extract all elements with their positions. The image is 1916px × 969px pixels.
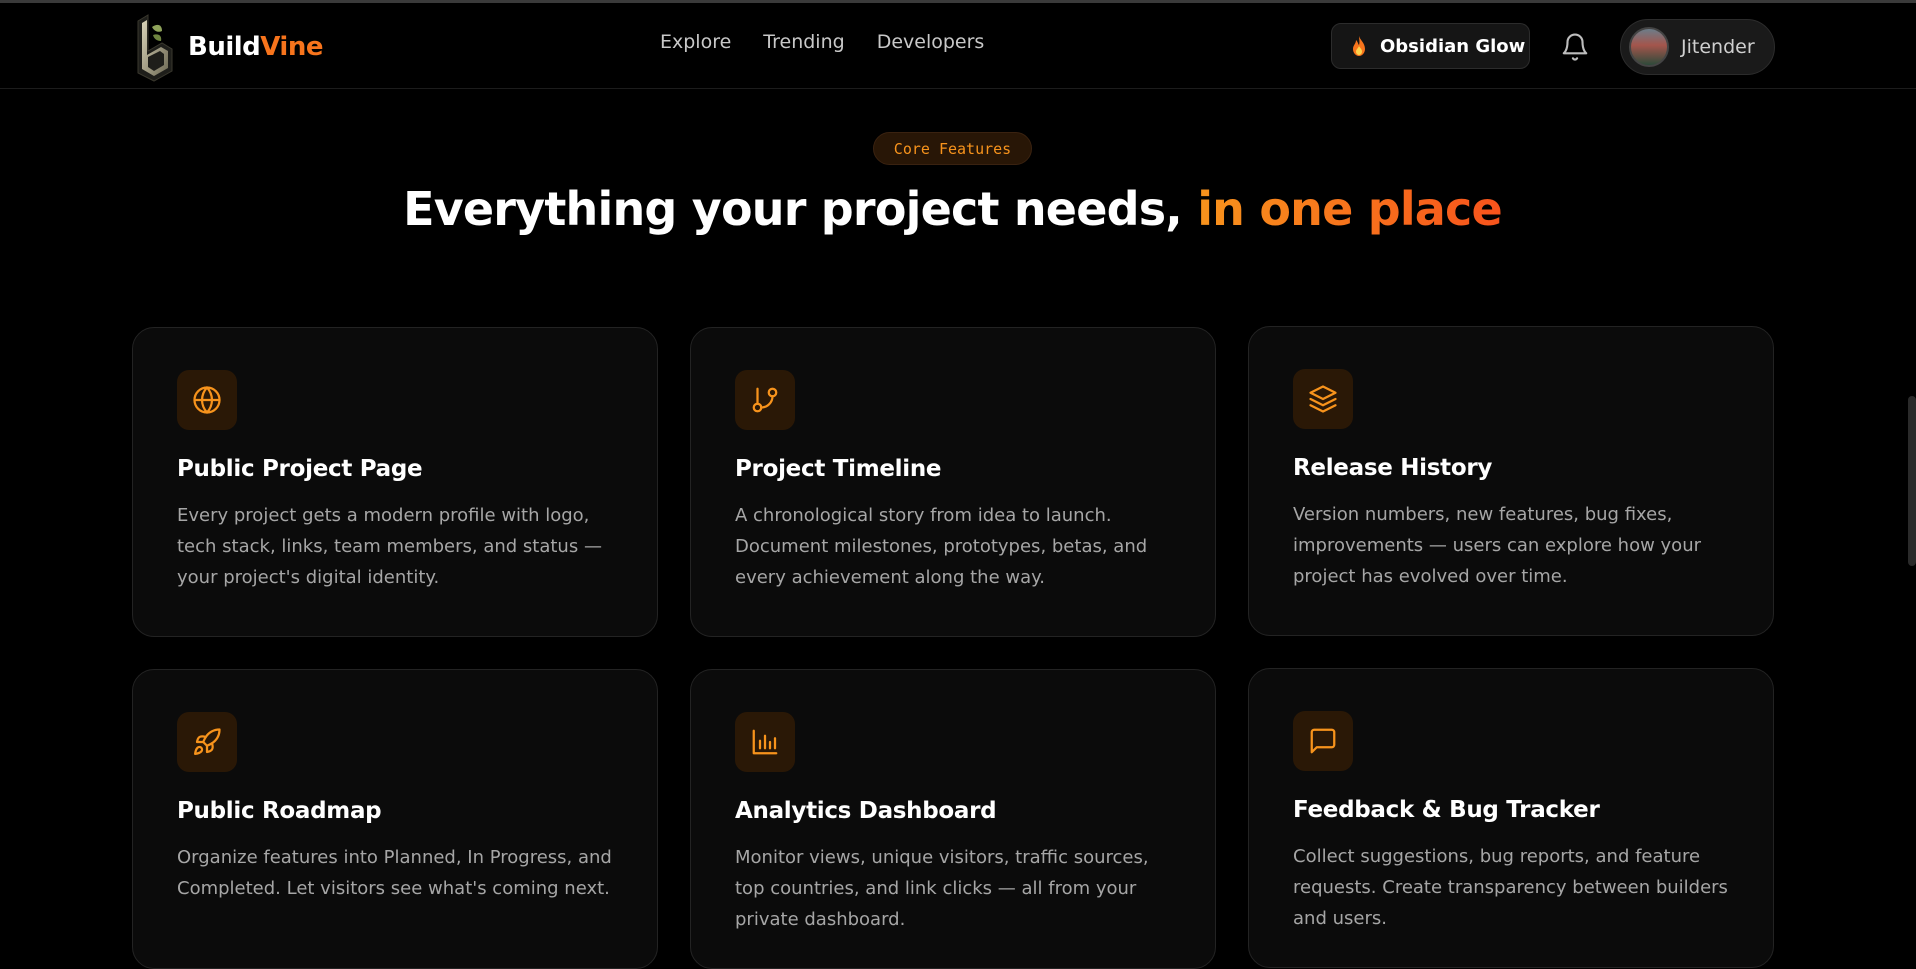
scrollbar-thumb[interactable]: [1908, 396, 1916, 566]
feature-card-release-history[interactable]: Release History Version numbers, new fea…: [1248, 326, 1774, 636]
top-navbar: BuildVine Explore Trending Developers Ob…: [0, 3, 1916, 89]
theme-label: Obsidian Glow: [1380, 35, 1526, 57]
nav-link-trending[interactable]: Trending: [763, 31, 844, 53]
feature-card-feedback-bug-tracker[interactable]: Feedback & Bug Tracker Collect suggestio…: [1248, 668, 1774, 968]
user-menu-button[interactable]: Jitender: [1620, 19, 1775, 75]
flame-icon: [1353, 36, 1365, 56]
section-headline: Everything your project needs, in one pl…: [403, 182, 1503, 236]
avatar: [1629, 27, 1669, 67]
feature-description: Version numbers, new features, bug fixes…: [1293, 504, 1702, 587]
buildvine-logo-icon: [137, 14, 173, 82]
git-branch-icon: [752, 387, 778, 413]
nav-link-developers[interactable]: Developers: [877, 31, 985, 53]
brand-logo[interactable]: BuildVine: [132, 11, 323, 83]
rocket-icon: [194, 728, 221, 755]
feature-description: Every project gets a modern profile with…: [177, 505, 602, 588]
feature-description: A chronological story from idea to launc…: [735, 505, 1148, 588]
feature-card-public-roadmap[interactable]: Public Roadmap Organize features into Pl…: [132, 669, 658, 969]
theme-switch-button[interactable]: Obsidian Glow: [1331, 23, 1530, 69]
feature-card-project-timeline[interactable]: Project Timeline A chronological story f…: [690, 327, 1216, 637]
bar-chart-icon: [752, 729, 778, 755]
bell-icon[interactable]: [1560, 32, 1590, 62]
section-badge: Core Features: [873, 132, 1032, 165]
feature-title: Analytics Dashboard: [735, 798, 997, 824]
feature-card-public-project-page[interactable]: Public Project Page Every project gets a…: [132, 327, 658, 637]
layers-icon: [1309, 385, 1337, 413]
feature-card-analytics-dashboard[interactable]: Analytics Dashboard Monitor views, uniqu…: [690, 669, 1216, 969]
feature-title: Feedback & Bug Tracker: [1293, 797, 1600, 823]
brand-name: BuildVine: [188, 32, 323, 62]
feature-description: Organize features into Planned, In Progr…: [177, 847, 612, 899]
feature-title: Public Project Page: [177, 456, 423, 482]
nav-link-explore[interactable]: Explore: [660, 31, 731, 53]
feature-title: Release History: [1293, 455, 1493, 481]
feature-title: Project Timeline: [735, 456, 942, 482]
user-name: Jitender: [1681, 36, 1755, 58]
feature-description: Collect suggestions, bug reports, and fe…: [1293, 846, 1728, 929]
main-nav: Explore Trending Developers: [660, 31, 984, 53]
globe-icon: [193, 386, 221, 414]
message-square-icon: [1310, 728, 1336, 754]
feature-description: Monitor views, unique visitors, traffic …: [735, 847, 1149, 930]
feature-title: Public Roadmap: [177, 798, 382, 824]
